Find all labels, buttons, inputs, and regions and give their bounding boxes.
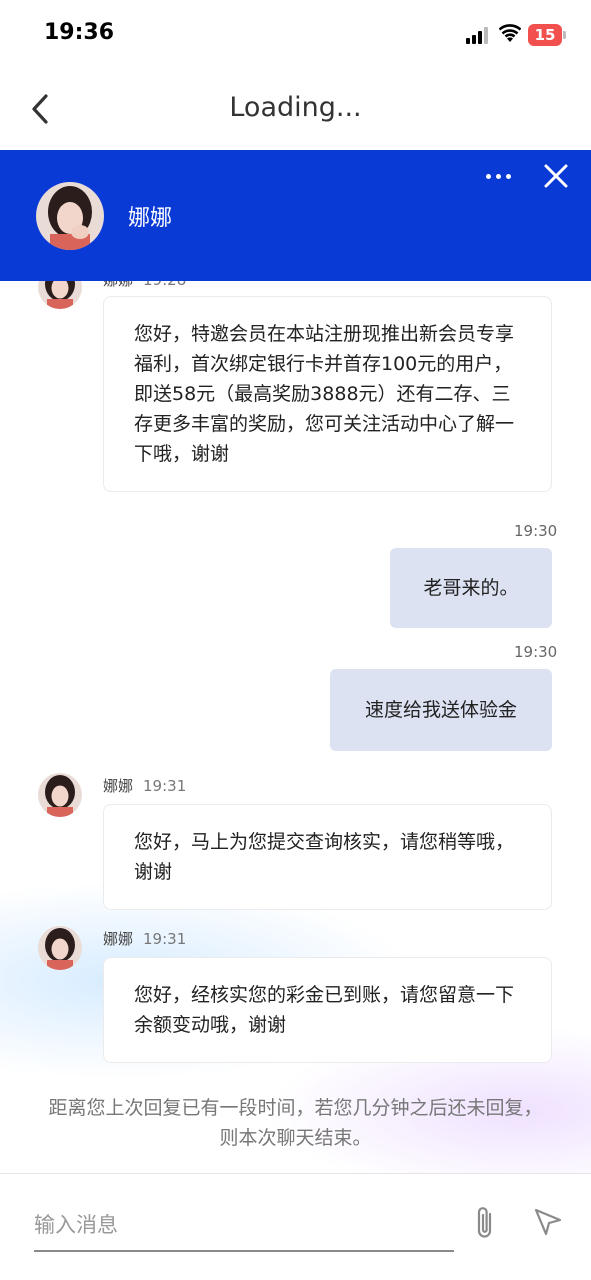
agent-avatar[interactable] — [36, 182, 104, 250]
agent-avatar-small — [38, 926, 82, 970]
status-time: 19:36 — [44, 20, 115, 45]
cellular-signal-icon — [466, 26, 492, 44]
input-bar — [0, 1173, 591, 1280]
message-input[interactable] — [34, 1200, 454, 1252]
page-title: Loading... — [229, 92, 362, 123]
message-bubble-agent[interactable]: 您好，经核实您的彩金已到账，请您留意一下余额变动哦，谢谢 — [103, 957, 552, 1063]
attach-icon[interactable] — [470, 1204, 500, 1242]
message-time: 19:30 — [514, 643, 558, 661]
message-time: 19:30 — [514, 522, 558, 540]
chat-header: 娜娜 — [0, 150, 591, 281]
message-sender: 娜娜 19:31 — [103, 930, 187, 948]
message-sender: 娜娜19:28 — [103, 281, 186, 290]
message-bubble-agent[interactable]: 您好，特邀会员在本站注册现推出新会员专享福利，首次绑定银行卡并首存100元的用户… — [103, 296, 552, 492]
wifi-icon — [499, 24, 521, 42]
message-bubble-agent[interactable]: 您好，马上为您提交查询核实，请您稍等哦，谢谢 — [103, 804, 552, 910]
agent-avatar-small — [38, 281, 82, 309]
message-sender: 娜娜 19:31 — [103, 777, 187, 795]
battery-icon: 15 — [528, 24, 562, 46]
agent-name: 娜娜 — [128, 206, 173, 231]
agent-avatar-small — [38, 773, 82, 817]
message-bubble-user[interactable]: 老哥来的。 — [390, 548, 552, 628]
more-icon[interactable] — [484, 170, 514, 184]
close-icon[interactable] — [540, 160, 572, 192]
message-bubble-user[interactable]: 速度给我送体验金 — [330, 669, 552, 751]
battery-tip — [563, 31, 566, 39]
nav-bar: Loading... — [0, 70, 591, 150]
send-icon[interactable] — [532, 1206, 564, 1238]
status-bar: 19:36 15 — [0, 0, 591, 70]
chat-area[interactable]: 娜娜19:28 您好，特邀会员在本站注册现推出新会员专享福利，首次绑定银行卡并首… — [0, 281, 591, 1173]
session-timeout-notice: 距离您上次回复已有一段时间，若您几分钟之后还未回复，则本次聊天结束。 — [48, 1097, 543, 1149]
